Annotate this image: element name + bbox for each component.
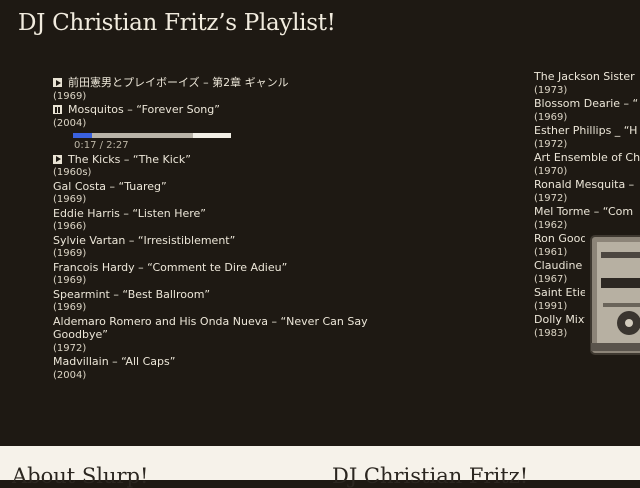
track-title[interactable]: Sylvie Vartan – “Irresistiblement” bbox=[53, 234, 393, 248]
track-item[interactable]: Spearmint – “Best Ballroom” (1969) bbox=[53, 288, 393, 315]
track-item[interactable]: Ronald Mesquita – (1972) bbox=[534, 178, 640, 205]
track-year: (1972) bbox=[534, 192, 568, 204]
page-title: DJ Christian Fritz’s Playlist! bbox=[18, 10, 336, 36]
track-title[interactable]: Gal Costa – “Tuareg” bbox=[53, 180, 393, 194]
footer: About Slurp! DJ Christian Fritz! bbox=[0, 446, 640, 488]
playback-time: 0:17 / 2:27 bbox=[74, 139, 129, 151]
track-year: (1969) bbox=[53, 302, 87, 313]
track-title[interactable]: Eddie Harris – “Listen Here” bbox=[53, 207, 393, 221]
track-item[interactable]: Aldemaro Romero and His Onda Nueva – “Ne… bbox=[53, 315, 393, 355]
track-item[interactable]: 前田憲男とプレイボーイズ – 第2章 ギャンル (1969) bbox=[53, 76, 393, 103]
track-item[interactable]: The Jackson Sister (1973) bbox=[534, 70, 640, 97]
track-title[interactable]: Ronald Mesquita – bbox=[534, 178, 640, 192]
playlist-left: 前田憲男とプレイボーイズ – 第2章 ギャンル (1969) Mosquitos… bbox=[53, 76, 393, 382]
track-year: (1969) bbox=[53, 275, 87, 286]
track-item[interactable]: The Kicks – “The Kick” (1960s) bbox=[53, 153, 393, 180]
track-year: (1960s) bbox=[53, 167, 92, 178]
track-title[interactable]: Mosquitos – “Forever Song” bbox=[68, 103, 220, 117]
track-year: (1973) bbox=[534, 84, 568, 96]
track-year: (1966) bbox=[53, 221, 87, 232]
pause-icon[interactable] bbox=[53, 105, 62, 115]
track-title[interactable]: The Kicks – “The Kick” bbox=[68, 153, 191, 167]
track-title[interactable]: Madvillain – “All Caps” bbox=[53, 355, 393, 369]
track-title[interactable]: Art Ensemble of Ch bbox=[534, 151, 640, 165]
track-item[interactable]: Eddie Harris – “Listen Here” (1966) bbox=[53, 207, 393, 234]
turntable-image bbox=[585, 228, 640, 358]
play-icon[interactable] bbox=[53, 78, 62, 88]
progress-bar[interactable] bbox=[73, 132, 231, 138]
track-title[interactable]: Spearmint – “Best Ballroom” bbox=[53, 288, 393, 302]
track-year: (1969) bbox=[53, 194, 87, 205]
track-title[interactable]: The Jackson Sister bbox=[534, 70, 640, 84]
play-icon[interactable] bbox=[53, 154, 62, 164]
track-year: (2004) bbox=[53, 117, 87, 129]
track-year: (1969) bbox=[53, 90, 87, 102]
track-title[interactable]: Esther Phillips _ “H bbox=[534, 124, 640, 138]
progress-played bbox=[73, 132, 92, 138]
track-year: (1972) bbox=[53, 342, 87, 354]
track-year: (1969) bbox=[53, 248, 87, 259]
about-heading: About Slurp! bbox=[12, 464, 149, 488]
track-year: (1970) bbox=[534, 165, 568, 177]
track-item[interactable]: Art Ensemble of Ch (1970) bbox=[534, 151, 640, 178]
track-title[interactable]: Blossom Dearie – “ bbox=[534, 97, 640, 111]
track-year: (2004) bbox=[53, 369, 87, 381]
track-title[interactable]: 前田憲男とプレイボーイズ – 第2章 ギャンル bbox=[68, 76, 289, 90]
track-title[interactable]: Francois Hardy – “Comment te Dire Adieu” bbox=[53, 261, 393, 275]
track-item[interactable]: Esther Phillips _ “H (1972) bbox=[534, 124, 640, 151]
track-item[interactable]: Madvillain – “All Caps” (2004) bbox=[53, 355, 393, 382]
track-title[interactable]: Mel Torme – “Com bbox=[534, 205, 640, 219]
track-item[interactable]: Gal Costa – “Tuareg” (1969) bbox=[53, 180, 393, 207]
track-item-active[interactable]: Mosquitos – “Forever Song” (2004) 0:17 /… bbox=[53, 103, 393, 152]
track-year: (1972) bbox=[534, 138, 568, 150]
track-year: (1969) bbox=[534, 111, 568, 123]
track-title[interactable]: Aldemaro Romero and His Onda Nueva – “Ne… bbox=[53, 315, 393, 342]
track-item[interactable]: Francois Hardy – “Comment te Dire Adieu”… bbox=[53, 261, 393, 288]
track-item[interactable]: Blossom Dearie – “(1969) bbox=[534, 97, 640, 124]
track-item[interactable]: Sylvie Vartan – “Irresistiblement” (1969… bbox=[53, 234, 393, 261]
dj-heading: DJ Christian Fritz! bbox=[332, 464, 529, 488]
